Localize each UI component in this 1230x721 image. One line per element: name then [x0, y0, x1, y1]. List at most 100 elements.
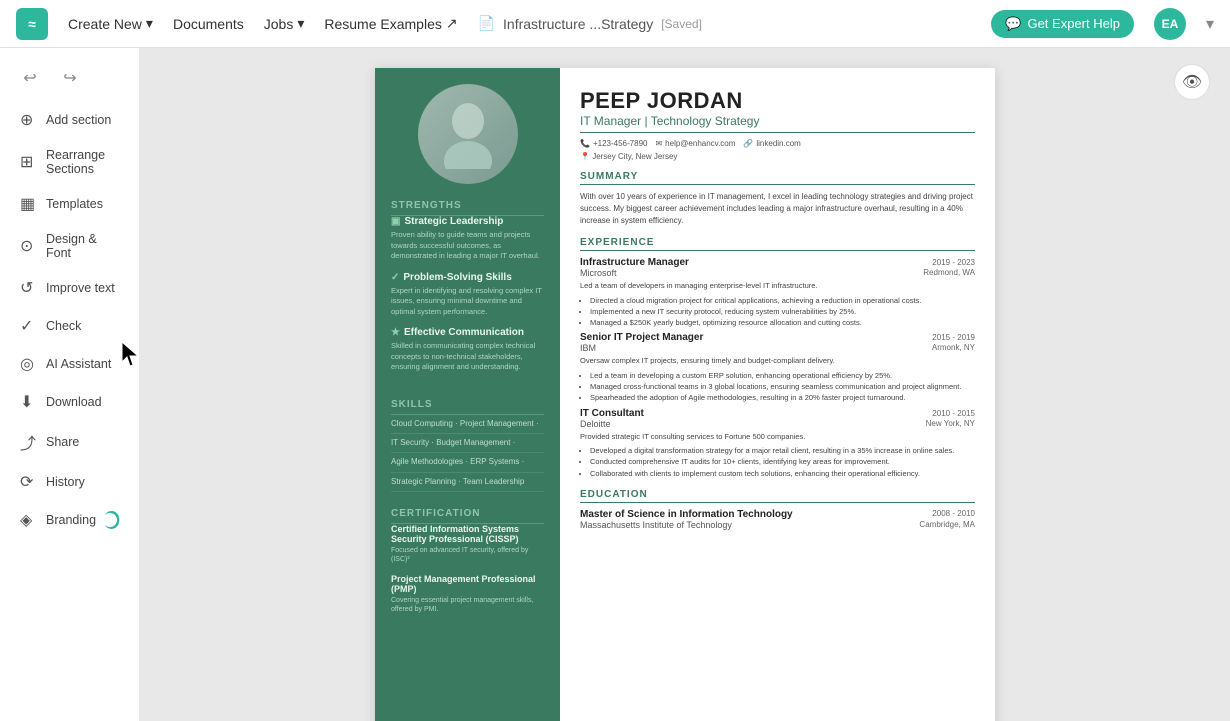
- skill-4: Strategic Planning · Team Leadership: [391, 473, 544, 492]
- edu-1-location: Cambridge, MA: [919, 520, 975, 530]
- preview-button[interactable]: 👁: [1174, 64, 1210, 100]
- summary-heading: SUMMARY: [580, 171, 975, 185]
- cert-title: CERTIFICATION: [391, 508, 544, 524]
- sidebar-item-check[interactable]: ✓ Check: [6, 308, 133, 344]
- sidebar-item-label: Download: [46, 395, 102, 409]
- resume-document: STRENGTHS ▣ Strategic Leadership Proven …: [375, 68, 995, 721]
- sidebar-item-label: Share: [46, 435, 79, 449]
- top-navigation: ≈ Create New ▾ Documents Jobs ▾ Resume E…: [0, 0, 1230, 48]
- jobs-menu[interactable]: Jobs ▾: [264, 15, 305, 32]
- exp-3-company: Deloitte: [580, 419, 611, 429]
- exp-2-dates: 2015 - 2019: [932, 333, 975, 342]
- bullet: Managed cross-functional teams in 3 glob…: [590, 381, 975, 392]
- exp-3-dates: 2010 - 2015: [932, 409, 975, 418]
- edu-1-dates: 2008 - 2010: [932, 509, 975, 520]
- skills-section: SKILLS Cloud Computing · Project Managem…: [391, 399, 544, 493]
- strengths-title: STRENGTHS: [391, 200, 544, 216]
- sidebar-item-label: Branding: [46, 513, 96, 527]
- cert-item-2: Project Management Professional (PMP) Co…: [391, 574, 544, 614]
- sidebar-item-templates[interactable]: ▦ Templates: [6, 186, 133, 222]
- resume-contact: 📞 +123-456-7890 ✉ help@enhancv.com 🔗 lin…: [580, 139, 975, 148]
- resume-left-panel: STRENGTHS ▣ Strategic Leadership Proven …: [375, 68, 560, 721]
- undo-button[interactable]: ↩: [16, 64, 44, 92]
- exp-2-bullets: Led a team in developing a custom ERP so…: [580, 370, 975, 404]
- exp-1-bullets: Directed a cloud migration project for c…: [580, 295, 975, 329]
- download-icon: ⬇: [20, 392, 38, 412]
- strength-item-3: ★ Effective Communication Skilled in com…: [391, 327, 544, 373]
- content-area: 👁 STRENGTHS: [140, 48, 1230, 721]
- redo-button[interactable]: ↪: [56, 64, 84, 92]
- sidebar-item-add-section[interactable]: ⊕ Add section: [6, 102, 133, 138]
- ai-assistant-icon: ◎: [20, 354, 38, 374]
- edu-1-degree: Master of Science in Information Technol…: [580, 509, 793, 520]
- strength-1-icon: ▣: [391, 216, 400, 227]
- sidebar-item-label: Improve text: [46, 281, 115, 295]
- exp-1-company: Microsoft: [580, 268, 617, 278]
- sidebar-item-history[interactable]: ⟳ History: [6, 464, 133, 500]
- exp-2-company: IBM: [580, 343, 596, 353]
- sidebar-item-design-font[interactable]: ⊙ Design & Font: [6, 224, 133, 268]
- resume-name: PEEP JORDAN: [580, 88, 975, 114]
- resume-location: 📍 Jersey City, New Jersey: [580, 152, 975, 161]
- skill-1: Cloud Computing · Project Management ·: [391, 415, 544, 434]
- resume-title: IT Manager | Technology Strategy: [580, 114, 975, 133]
- education-heading: EDUCATION: [580, 489, 975, 503]
- exp-2-desc: Oversaw complex IT projects, ensuring ti…: [580, 356, 975, 367]
- strength-3-title: Effective Communication: [404, 327, 524, 338]
- exp-1-location: Redmond, WA: [923, 268, 975, 281]
- main-layout: ↩ ↪ ⊕ Add section ⊞ Rearrange Sections ▦…: [0, 48, 1230, 721]
- expert-help-button[interactable]: 💬 Get Expert Help: [991, 10, 1134, 38]
- history-icon: ⟳: [20, 472, 38, 492]
- exp-1-desc: Led a team of developers in managing ent…: [580, 281, 975, 292]
- certification-section: CERTIFICATION Certified Information Syst…: [391, 508, 544, 624]
- document-icon: 📄: [478, 15, 495, 32]
- bullet: Implemented a new IT security protocol, …: [590, 306, 975, 317]
- skills-title: SKILLS: [391, 399, 544, 415]
- email: ✉ help@enhancv.com: [655, 139, 735, 148]
- avatar[interactable]: EA: [1154, 8, 1186, 40]
- sidebar-item-download[interactable]: ⬇ Download: [6, 384, 133, 420]
- sidebar-item-ai-assistant[interactable]: ◎ AI Assistant: [6, 346, 133, 382]
- bullet: Led a team in developing a custom ERP so…: [590, 370, 975, 381]
- create-new-menu[interactable]: Create New ▾: [68, 15, 153, 32]
- phone: 📞 +123-456-7890: [580, 139, 647, 148]
- resume-photo: [418, 84, 518, 184]
- bullet: Spearheaded the adoption of Agile method…: [590, 392, 975, 403]
- saved-label: [Saved]: [661, 17, 702, 31]
- documents-menu[interactable]: Documents: [173, 16, 244, 32]
- linkedin: 🔗 linkedin.com: [743, 139, 800, 148]
- sidebar-item-label: AI Assistant: [46, 357, 111, 371]
- cert-2-title: Project Management Professional (PMP): [391, 574, 544, 594]
- sidebar-item-branding[interactable]: ◈ Branding: [6, 502, 133, 538]
- experience-2: Senior IT Project Manager 2015 - 2019 IB…: [580, 332, 975, 403]
- logo[interactable]: ≈: [16, 8, 48, 40]
- experience-1: Infrastructure Manager 2019 - 2023 Micro…: [580, 257, 975, 328]
- sidebar-item-label: Design & Font: [46, 232, 119, 260]
- exp-1-dates: 2019 - 2023: [932, 258, 975, 267]
- templates-icon: ▦: [20, 194, 38, 214]
- bullet: Developed a digital transformation strat…: [590, 445, 975, 456]
- resume-examples-menu[interactable]: Resume Examples ↗: [324, 15, 457, 32]
- improve-text-icon: ↺: [20, 278, 38, 298]
- summary-text: With over 10 years of experience in IT m…: [580, 191, 975, 227]
- education-1: Master of Science in Information Technol…: [580, 509, 975, 530]
- strength-3-desc: Skilled in communicating complex technic…: [391, 341, 544, 373]
- sidebar-item-rearrange[interactable]: ⊞ Rearrange Sections: [6, 140, 133, 184]
- cert-2-desc: Covering essential project management sk…: [391, 596, 544, 614]
- strength-3-icon: ★: [391, 327, 400, 338]
- sidebar-item-label: Templates: [46, 197, 103, 211]
- sidebar: ↩ ↪ ⊕ Add section ⊞ Rearrange Sections ▦…: [0, 48, 140, 721]
- rearrange-icon: ⊞: [20, 152, 38, 172]
- resume-right-panel: PEEP JORDAN IT Manager | Technology Stra…: [560, 68, 995, 721]
- edu-1-institution: Massachusetts Institute of Technology: [580, 520, 732, 530]
- undo-redo-group: ↩ ↪: [0, 60, 139, 100]
- sidebar-item-share[interactable]: ⤴ Share: [6, 422, 133, 462]
- branding-toggle[interactable]: [104, 511, 119, 529]
- design-font-icon: ⊙: [20, 236, 38, 256]
- add-section-icon: ⊕: [20, 110, 38, 130]
- sidebar-item-improve-text[interactable]: ↺ Improve text: [6, 270, 133, 306]
- cert-item-1: Certified Information Systems Security P…: [391, 524, 544, 564]
- strength-2-icon: ✓: [391, 272, 399, 283]
- bullet: Directed a cloud migration project for c…: [590, 295, 975, 306]
- strength-2-title: Problem-Solving Skills: [403, 272, 511, 283]
